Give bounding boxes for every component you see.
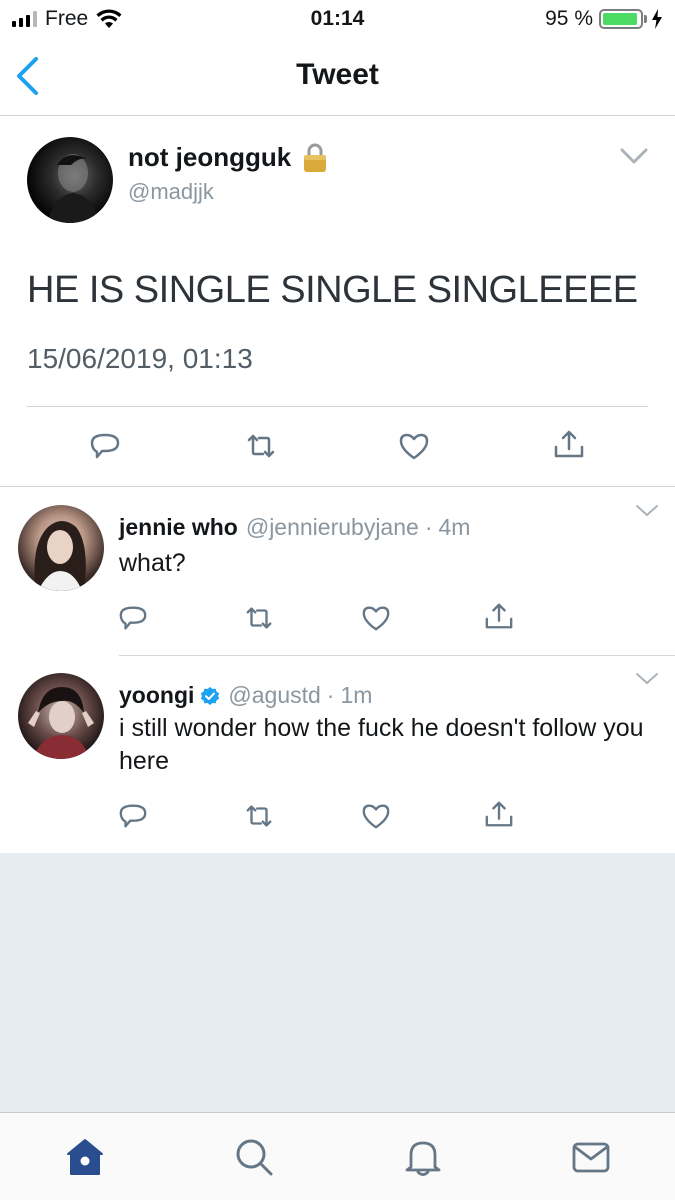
author-name[interactable]: yoongi — [119, 682, 194, 709]
author-handle[interactable]: @jennierubyjane — [246, 514, 419, 541]
tweet-text: HE IS SINGLE SINGLE SINGLEEEE — [27, 269, 638, 311]
page-title: Tweet — [296, 58, 379, 91]
separator-dot: · — [326, 682, 335, 708]
main-tweet: not jeongguk @madjjk HE IS SINGLE SINGLE… — [0, 117, 675, 487]
author-name[interactable]: jennie who — [119, 514, 238, 541]
author-handle[interactable]: @madjjk — [128, 179, 214, 205]
tab-bar — [0, 1112, 675, 1200]
chevron-down-icon[interactable] — [619, 147, 649, 165]
chevron-down-icon[interactable] — [635, 504, 659, 518]
battery-percentage: 95 % — [545, 7, 593, 30]
nav-bar: Tweet — [0, 38, 675, 116]
avatar[interactable] — [18, 505, 104, 591]
reply-icon[interactable] — [118, 801, 148, 831]
verified-badge-icon — [201, 686, 220, 705]
reply-text: what? — [119, 549, 186, 577]
share-icon[interactable] — [484, 601, 514, 631]
reply-time: 1m — [340, 682, 373, 708]
like-icon[interactable] — [398, 430, 430, 462]
notifications-icon[interactable] — [403, 1137, 443, 1177]
reply-text: i still wonder how the fuck he doesn't f… — [119, 714, 644, 775]
reply-icon[interactable] — [89, 430, 121, 462]
lock-icon — [304, 143, 327, 172]
tweet-timestamp: 15/06/2019, 01:13 — [27, 343, 253, 374]
retweet-icon[interactable] — [244, 603, 274, 633]
reply-tweet[interactable]: jennie who @jennierubyjane · 4m what? — [0, 488, 675, 656]
share-icon[interactable] — [553, 428, 585, 460]
avatar[interactable] — [18, 673, 104, 759]
messages-icon[interactable] — [571, 1137, 611, 1177]
share-icon[interactable] — [484, 799, 514, 829]
charging-bolt-icon — [652, 9, 662, 29]
author-handle[interactable]: @agustd — [228, 682, 320, 709]
battery-icon — [599, 9, 643, 29]
avatar[interactable] — [27, 137, 113, 223]
divider — [27, 406, 648, 407]
like-icon[interactable] — [361, 801, 391, 831]
like-icon[interactable] — [361, 603, 391, 633]
reply-time: 4m — [438, 514, 471, 540]
reply-tweet[interactable]: yoongi @agustd · 1m i still wonder how t… — [0, 656, 675, 853]
battery-level — [603, 13, 638, 25]
empty-background — [0, 853, 675, 1112]
retweet-icon[interactable] — [245, 430, 277, 462]
author-name[interactable]: not jeongguk — [128, 142, 291, 173]
chevron-down-icon[interactable] — [635, 672, 659, 686]
home-icon[interactable] — [65, 1137, 105, 1177]
status-bar: Free 01:14 95 % — [0, 0, 675, 38]
search-icon[interactable] — [234, 1137, 274, 1177]
separator-dot: · — [424, 514, 433, 540]
retweet-icon[interactable] — [244, 801, 274, 831]
reply-icon[interactable] — [118, 603, 148, 633]
